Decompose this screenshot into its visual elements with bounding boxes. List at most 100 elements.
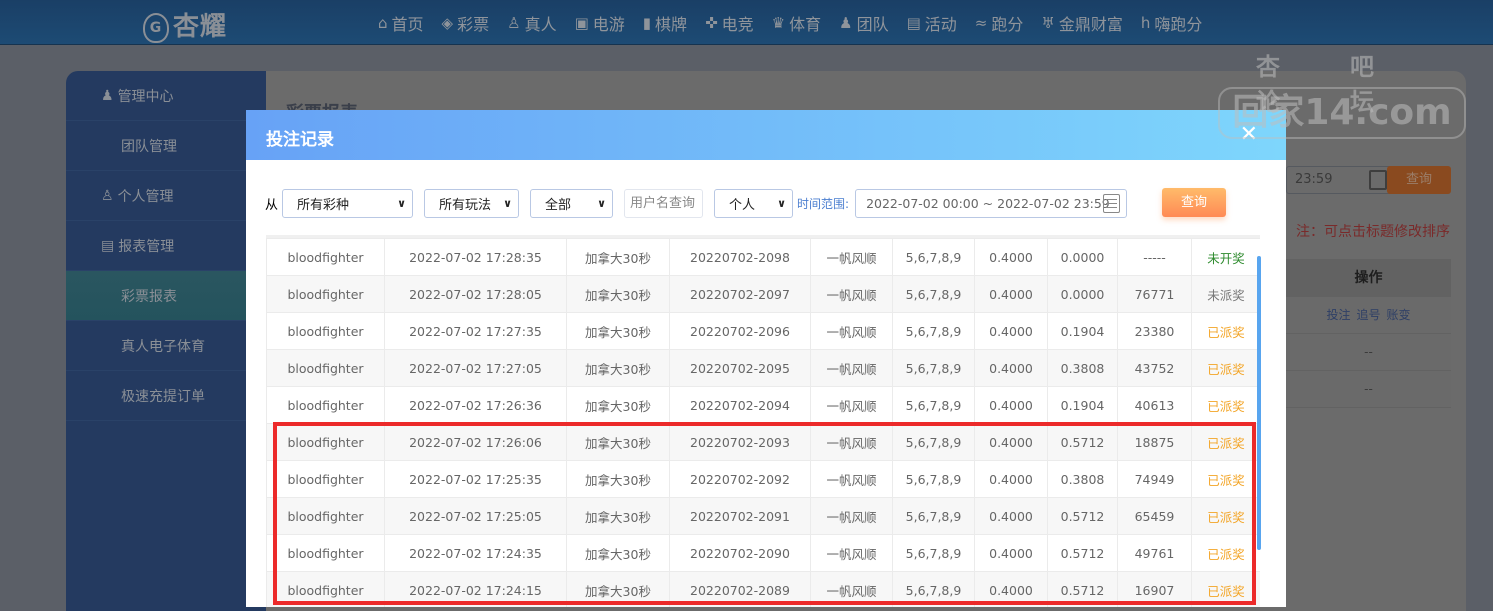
cell-username: bloodfighter [266,349,385,387]
cell-issue: 20220702-2098 [669,238,811,276]
cell-status: 已派奖 [1191,571,1260,607]
sidebar-item-6[interactable]: 极速充提订单 [66,371,266,421]
cell-prize: 0.1904 [1047,386,1118,424]
chase-link[interactable]: 追号 [1356,308,1380,322]
cell-username: bloodfighter [266,312,385,350]
username-input[interactable]: 用户名查询 [624,188,704,218]
query-button[interactable]: 查询 [1162,188,1226,217]
crest-icon: G [143,12,169,43]
filter-bar: 从 所有彩种 ∨ 所有玩法 ∨ 全部 ∨ 用户名查询 个人 ∨ 时间范围: 2022-0… [265,188,1128,218]
cell-username: bloodfighter [266,497,385,535]
nav-item-0[interactable]: ⌂ 首页 [378,11,424,35]
sidebar-item-label: 管理中心 [117,88,174,105]
modal-header: 投注记录 ✕ [246,110,1286,160]
cell-prize: 0.5712 [1047,497,1118,535]
table-row[interactable]: bloodfighter 2022-07-02 17:27:05 加拿大30秒 202… [266,349,1260,387]
cell-amount: 0.4000 [974,312,1048,350]
hi-icon: h [1140,13,1151,32]
nav-item-label: 棋牌 [655,14,688,34]
nav-item-6[interactable]: ♛ 体育 [772,11,821,35]
cell-amount: 0.4000 [974,571,1048,607]
cell-bet-numbers: 5,6,7,8,9 [892,534,975,572]
sidebar-item-3[interactable]: ▤ 报表管理 [66,221,266,271]
modal-title: 投注记录 [266,130,334,150]
cell-status: 已派奖 [1191,312,1260,350]
date-input[interactable]: 23:59 [1286,166,1396,194]
table-row[interactable]: bloodfighter 2022-07-02 17:24:15 加拿大30秒 202… [266,571,1260,607]
sidebar-item-2[interactable]: ♙ 个人管理 [66,171,266,221]
cell-play: 一帆风顺 [810,238,893,276]
nav-item-label: 电竞 [721,14,754,34]
nav-item-8[interactable]: ▤ 活动 [907,11,957,35]
table-row[interactable]: bloodfighter 2022-07-02 17:25:35 加拿大30秒 202… [266,460,1260,498]
table-scrollbar[interactable] [1257,256,1261,550]
cell-prize: 0.0000 [1047,238,1118,276]
nav-item-9[interactable]: ≈ 跑分 [975,11,1024,35]
cell-username: bloodfighter [266,534,385,572]
table-row[interactable]: bloodfighter 2022-07-02 17:28:35 加拿大30秒 202… [266,238,1260,276]
sidebar-item-1[interactable]: 团队管理 [66,121,266,171]
column-header-actions[interactable]: 操作 [1286,259,1451,297]
cell-prize: 0.5712 [1047,423,1118,461]
transactions-link[interactable]: 账变 [1387,308,1411,322]
cell-issue: 20220702-2093 [669,423,811,461]
table-row: -- [1286,334,1451,371]
table-row[interactable]: bloodfighter 2022-07-02 17:24:35 加拿大30秒 202… [266,534,1260,572]
query-button[interactable]: 查询 [1387,166,1451,194]
cell-status: 已派奖 [1191,460,1260,498]
chevron-down-icon: ∨ [777,196,787,210]
brand-logo[interactable]: G 杏耀 [143,6,227,43]
cell-play: 一帆风顺 [810,275,893,313]
cell-amount: 0.4000 [974,275,1048,313]
nav-item-11[interactable]: h 嗨跑分 [1141,11,1203,35]
table-row[interactable]: bloodfighter 2022-07-02 17:27:35 加拿大30秒 202… [266,312,1260,350]
sidebar-item-0[interactable]: ♟ 管理中心 [66,71,266,121]
table-row[interactable]: bloodfighter 2022-07-02 17:26:36 加拿大30秒 202… [266,386,1260,424]
chevron-down-icon: ∨ [503,196,513,210]
cell-draw-number: 76771 [1117,275,1192,313]
cell-bet-time: 2022-07-02 17:25:35 [384,460,567,498]
home-icon: ⌂ [378,13,388,32]
table-row[interactable]: bloodfighter 2022-07-02 17:26:06 加拿大30秒 202… [266,423,1260,461]
cell-play: 一帆风顺 [810,349,893,387]
table-row[interactable]: bloodfighter 2022-07-02 17:28:05 加拿大30秒 202… [266,275,1260,313]
from-label: 从 [265,197,279,213]
nav-item-5[interactable]: ✜ 电竞 [705,11,754,35]
cell-status: 已派奖 [1191,423,1260,461]
nav-item-7[interactable]: ♟ 团队 [839,11,888,35]
cell-play: 一帆风顺 [810,312,893,350]
cell-prize: 0.3808 [1047,460,1118,498]
lottery-select[interactable]: 所有彩种 ∨ [282,188,414,218]
nav-item-2[interactable]: ♙ 真人 [507,11,556,35]
cell-bet-numbers: 5,6,7,8,9 [892,571,975,607]
cell-draw-number: 18875 [1117,423,1192,461]
play-select[interactable]: 所有玩法 ∨ [424,188,520,218]
nav-item-label: 嗨跑分 [1154,14,1203,34]
table-row[interactable]: bloodfighter 2022-07-02 17:25:05 加拿大30秒 202… [266,497,1260,535]
cell-bet-time: 2022-07-02 17:28:05 [384,275,567,313]
cell-amount: 0.4000 [974,349,1048,387]
sidebar-item-5[interactable]: 真人电子体育 [66,321,266,371]
date-range-input[interactable]: 2022-07-02 00:00 ~ 2022-07-02 23:59 [855,188,1128,218]
nav-item-1[interactable]: ◈ 彩票 [442,11,490,35]
cell-draw-number: 74949 [1117,460,1192,498]
nav-item-4[interactable]: ▮ 棋牌 [643,11,687,35]
cell-issue: 20220702-2092 [669,460,811,498]
section-icon: ♟ [101,87,114,104]
cell-bet-time: 2022-07-02 17:26:36 [384,386,567,424]
scope-select[interactable]: 个人 ∨ [714,188,794,218]
cell-play: 一帆风顺 [810,460,893,498]
section-icon: ♙ [101,187,114,204]
sidebar-item-label: 报表管理 [118,238,175,255]
nav-item-3[interactable]: ▣ 电游 [575,11,625,35]
nav-item-10[interactable]: ♅ 金鼎财富 [1041,11,1122,35]
cell-amount: 0.4000 [974,460,1048,498]
bets-link[interactable]: 投注 [1326,308,1350,322]
cell-bet-numbers: 5,6,7,8,9 [892,386,975,424]
status-select[interactable]: 全部 ∨ [530,188,614,218]
sort-note: 注：可点击标题修改排序 [1296,224,1450,240]
live-icon: ♙ [507,13,521,32]
close-icon[interactable]: ✕ [1240,122,1258,147]
cell-status: 已派奖 [1191,349,1260,387]
sidebar-item-4[interactable]: 彩票报表 [66,271,266,321]
